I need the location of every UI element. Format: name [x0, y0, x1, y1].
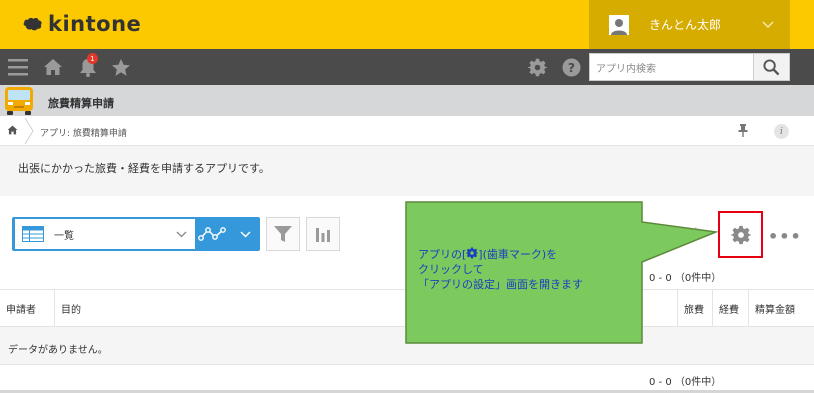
menu-icon[interactable] — [8, 57, 28, 77]
chevron-down-icon — [756, 20, 780, 29]
search-button[interactable] — [754, 53, 790, 81]
table-view-icon — [22, 226, 44, 242]
user-name: きんとん太郎 — [649, 18, 722, 32]
app-search-input[interactable]: アプリ内検索 — [589, 53, 754, 81]
callout-line1-suffix: ](歯車マーク)を — [478, 248, 558, 261]
pin-icon[interactable] — [738, 124, 748, 140]
graph-icon — [198, 227, 226, 241]
breadcrumb-separator — [24, 118, 34, 144]
view-name: 一覧 — [54, 230, 74, 242]
svg-text:?: ? — [567, 60, 574, 74]
kintone-logo-icon — [23, 17, 42, 31]
star-icon[interactable] — [111, 57, 131, 77]
more-options-button[interactable]: ••• — [768, 227, 802, 246]
add-record-icon[interactable]: + — [690, 224, 702, 240]
info-icon[interactable]: i — [774, 124, 789, 139]
chevron-down-icon — [176, 231, 187, 237]
chart-button[interactable] — [306, 217, 340, 251]
user-avatar-icon — [609, 14, 629, 35]
column-header-purpose[interactable]: 目的 — [55, 289, 678, 327]
filter-icon — [274, 226, 292, 242]
gear-icon[interactable] — [527, 57, 547, 77]
app-title: 旅費精算申請 — [48, 97, 114, 110]
graph-view-dropdown[interactable] — [232, 219, 258, 249]
callout-line3: 「アプリの設定」画面を開きます — [418, 278, 583, 291]
view-selector[interactable]: 一覧 — [15, 219, 195, 249]
logo-text: kintone — [48, 12, 142, 36]
search-icon — [763, 58, 780, 75]
app-settings-button[interactable] — [718, 211, 763, 258]
chevron-down-icon — [239, 230, 251, 238]
callout-text: アプリの[ ](歯車マーク)を クリックして 「アプリの設定」画面を開きます — [418, 247, 583, 292]
empty-message: データがありません。 — [8, 345, 108, 356]
filter-button[interactable] — [266, 217, 300, 251]
notification-badge: 1 — [87, 53, 98, 64]
home-icon[interactable] — [43, 57, 63, 77]
column-header-applicant[interactable]: 申請者 — [0, 289, 55, 327]
app-description: 出張にかかった旅費・経費を申請するアプリです。 — [18, 162, 270, 175]
column-header-settlement-amount[interactable]: 精算金額 — [749, 289, 814, 327]
table-row — [0, 327, 814, 365]
user-menu[interactable]: きんとん太郎 — [589, 0, 790, 49]
record-count: 0 - 0 （0件中） — [649, 273, 722, 284]
breadcrumb-home-icon[interactable] — [7, 125, 18, 138]
callout-line1-prefix: アプリの[ — [418, 248, 467, 261]
column-header-expenses[interactable]: 経費 — [713, 289, 749, 327]
record-count-bottom: 0 - 0 （0件中） — [649, 377, 722, 388]
app-header — [0, 85, 814, 116]
gear-icon — [730, 225, 751, 244]
graph-view-button[interactable] — [196, 219, 230, 249]
help-icon[interactable]: ? — [561, 57, 581, 77]
breadcrumb-app-link[interactable]: アプリ: 旅費精算申請 — [40, 126, 127, 139]
gear-icon — [466, 247, 479, 259]
chart-icon — [316, 228, 330, 242]
kintone-logo[interactable]: kintone — [22, 12, 141, 36]
callout-line2: クリックして — [418, 263, 484, 276]
column-header-travel-cost[interactable]: 旅費 — [678, 289, 713, 327]
app-bus-icon — [5, 87, 33, 115]
